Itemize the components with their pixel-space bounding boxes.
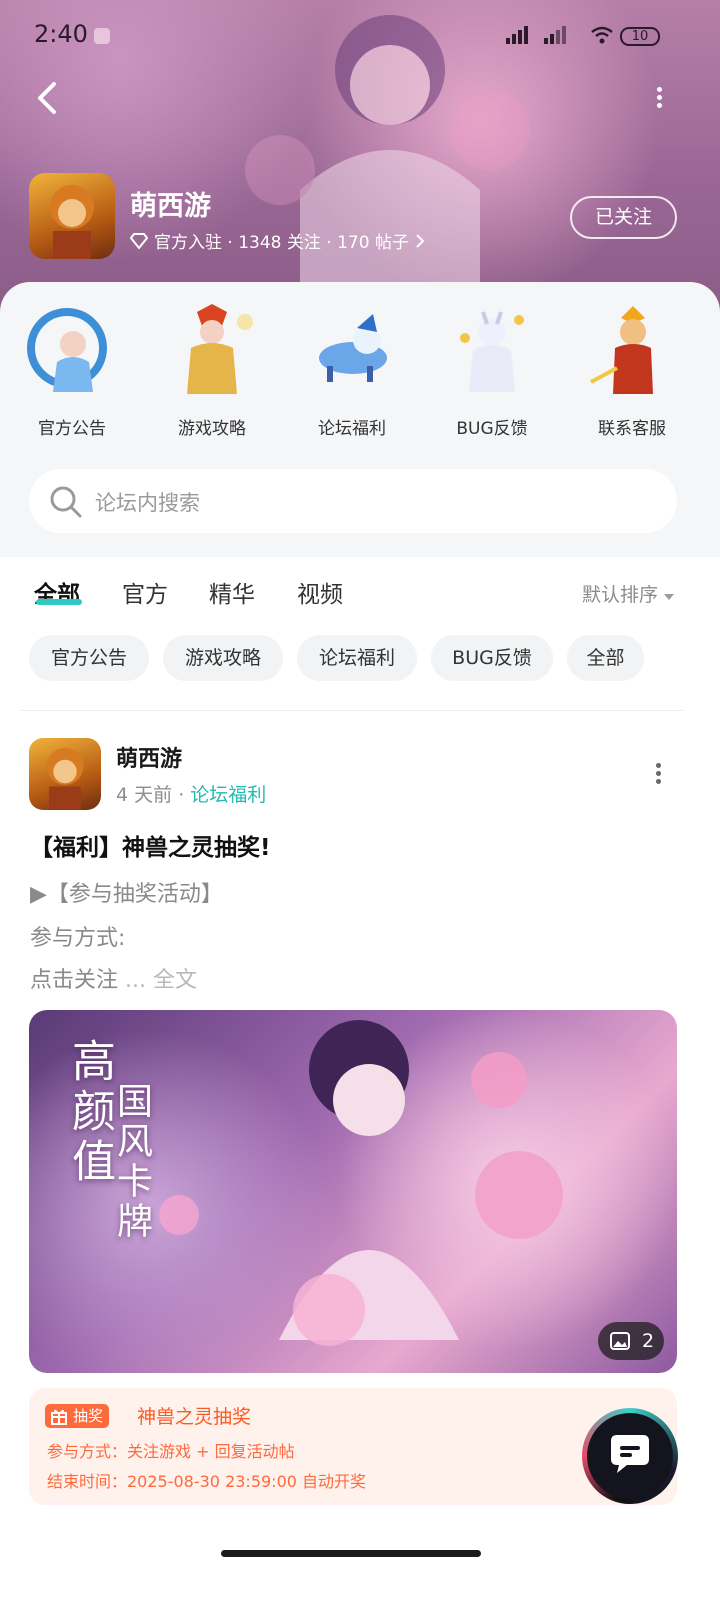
category-game-guide[interactable]: 游戏攻略 <box>152 302 272 439</box>
post-ellipsis: ... <box>125 968 146 993</box>
tab-official[interactable]: 官方 <box>122 575 168 609</box>
category-panel: 官方公告 游戏攻略 论坛福利 BUG反馈 联系客服 论坛内搜索 <box>0 282 720 557</box>
chip-game-guide[interactable]: 游戏攻略 <box>163 635 283 681</box>
post-time: 4 天前 <box>116 784 173 806</box>
lottery-method: 参与方式：关注游戏 + 回复活动帖 <box>47 1442 295 1461</box>
forum-avatar <box>29 173 115 259</box>
forum-name: 萌西游 <box>130 191 211 222</box>
tab-featured[interactable]: 精华 <box>209 575 255 609</box>
section-divider <box>20 710 684 711</box>
post-meta: 4 天前 · 论坛福利 <box>116 784 267 806</box>
lottery-card[interactable]: 抽奖 神兽之灵抽奖 参与方式：关注游戏 + 回复活动帖 结束时间：2025-08… <box>29 1388 677 1505</box>
status-bar: 2:40 10 <box>0 0 720 72</box>
post-more-button[interactable] <box>648 760 668 790</box>
announcement-character-icon <box>27 308 107 392</box>
bug-feedback-character-icon <box>460 311 524 392</box>
lottery-end-time: 结束时间：2025-08-30 23:59:00 自动开奖 <box>47 1472 367 1491</box>
service-character-icon <box>590 306 653 394</box>
category-official-announcement[interactable]: 官方公告 <box>12 302 132 439</box>
bottom-area <box>0 1528 720 1600</box>
tab-video[interactable]: 视频 <box>297 575 343 609</box>
post-category-tag[interactable]: 论坛福利 <box>190 784 266 806</box>
beast-character-icon <box>319 314 387 382</box>
lottery-badge: 抽奖 <box>45 1404 110 1428</box>
chevron-right-icon <box>416 233 425 248</box>
more-options-button[interactable] <box>648 84 670 114</box>
chip-official-announcement[interactable]: 官方公告 <box>29 635 149 681</box>
chat-bubble-icon <box>611 1435 649 1473</box>
image-icon <box>610 1332 630 1350</box>
forum-stats: 官方入驻 · 1348 关注 · 170 帖子 <box>154 233 409 253</box>
search-placeholder: 论坛内搜索 <box>95 491 200 515</box>
sort-dropdown[interactable]: 默认排序 <box>582 580 675 607</box>
image-count-badge: 2 <box>598 1322 664 1360</box>
forum-search-bar[interactable]: 论坛内搜索 <box>29 469 677 533</box>
post-author-name[interactable]: 萌西游 <box>116 741 182 773</box>
chip-all[interactable]: 全部 <box>567 635 644 681</box>
post-title[interactable]: 【福利】神兽之灵抽奖! <box>30 828 271 862</box>
caret-down-icon <box>664 594 675 600</box>
post-body-line: 点击关注 ... 全文 <box>30 968 198 993</box>
chat-float-button[interactable] <box>582 1408 678 1504</box>
image-caption-b: 国风卡牌 <box>111 1082 152 1242</box>
back-button[interactable] <box>30 80 66 116</box>
image-caption-a: 高颜值 <box>64 1038 115 1188</box>
signal-icon <box>544 26 566 44</box>
gift-icon <box>51 1409 67 1425</box>
status-time: 2:40 <box>34 20 88 48</box>
active-tab-indicator <box>36 599 82 605</box>
filter-chips: 官方公告 游戏攻略 论坛福利 BUG反馈 全部 <box>0 635 720 685</box>
sort-label: 默认排序 <box>582 584 659 606</box>
forum-header: 2:40 10 萌西游 官方入驻 · 1348 关注 · 170 帖子 已关注 <box>0 0 720 330</box>
post-body-line: 参与方式: <box>30 926 126 951</box>
category-forum-welfare[interactable]: 论坛福利 <box>292 302 412 439</box>
guide-character-icon <box>187 304 253 394</box>
content-tabs: 全部 官方 精华 视频 默认排序 <box>0 557 720 627</box>
home-indicator[interactable] <box>221 1550 481 1557</box>
forum-meta[interactable]: 官方入驻 · 1348 关注 · 170 帖子 <box>130 228 425 253</box>
battery-indicator: 10 <box>620 27 660 46</box>
category-customer-service[interactable]: 联系客服 <box>572 302 692 439</box>
full-text-link[interactable]: 全文 <box>153 968 197 993</box>
post-author-avatar[interactable] <box>29 738 101 810</box>
wifi-icon <box>591 26 613 44</box>
lottery-title: 神兽之灵抽奖 <box>137 1406 252 1428</box>
official-diamond-icon <box>130 232 148 249</box>
chip-bug-feedback[interactable]: BUG反馈 <box>431 635 553 681</box>
category-bug-feedback[interactable]: BUG反馈 <box>432 302 552 439</box>
post-image[interactable]: 高颜值 国风卡牌 2 <box>29 1010 677 1373</box>
chip-forum-welfare[interactable]: 论坛福利 <box>297 635 417 681</box>
followed-button[interactable]: 已关注 <box>570 196 677 239</box>
search-icon <box>50 486 82 518</box>
post-body-line: ▶【参与抽奖活动】 <box>30 882 223 907</box>
signal-icon <box>506 26 528 44</box>
notification-icon <box>94 28 110 44</box>
